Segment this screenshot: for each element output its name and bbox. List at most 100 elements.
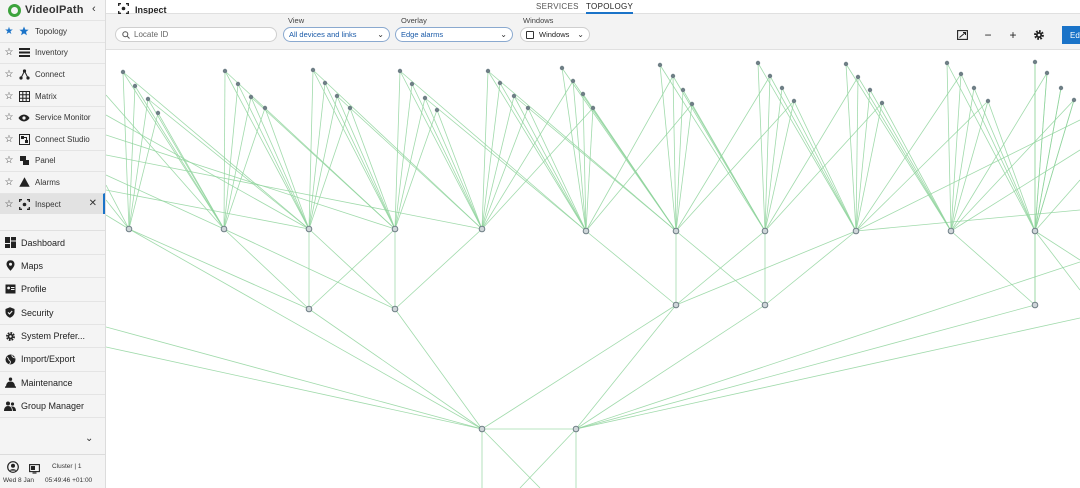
topology-leaf-node[interactable] [262,105,268,111]
topology-link[interactable] [128,228,310,310]
topology-link[interactable] [793,100,857,232]
topology-aggregation-node[interactable] [125,225,133,233]
topology-link[interactable] [106,134,396,230]
topology-leaf-node[interactable] [791,98,797,104]
topology-aggregation-node[interactable] [1031,227,1039,235]
topology-link[interactable] [764,230,857,306]
topology-leaf-node[interactable] [670,73,676,79]
topology-link[interactable] [769,75,857,232]
topology-link[interactable] [1034,179,1080,232]
topology-link[interactable] [336,95,396,230]
topology-link[interactable] [764,102,883,232]
topology-link[interactable] [394,308,483,430]
topology-link[interactable] [519,428,577,488]
topology-link[interactable] [575,304,1036,430]
topology-link[interactable] [481,428,541,488]
topology-link[interactable] [481,80,574,230]
sidebar-item-import-export[interactable]: Import/Export [0,348,105,372]
sidebar-item-dashboard[interactable]: Dashboard [0,231,105,255]
star-outline-icon[interactable]: ☆ [1,177,17,188]
topology-aggregation-node[interactable] [582,227,590,235]
topology-link[interactable] [134,85,225,230]
topology-link[interactable] [399,70,587,232]
topology-aggregation-node[interactable] [391,225,399,233]
topology-leaf-node[interactable] [155,110,161,116]
topology-link[interactable] [675,230,857,306]
topology-aggregation-node[interactable] [220,225,228,233]
topology-link[interactable] [881,102,952,232]
topology-link[interactable] [855,76,859,232]
topology-link[interactable] [855,89,871,232]
favorite-item-matrix[interactable]: ☆ Matrix [0,84,105,107]
topology-link[interactable] [675,100,795,232]
windows-select[interactable]: Windows ⌄ [520,27,590,42]
topology-leaf-node[interactable] [310,67,316,73]
topology-leaf-node[interactable] [1044,70,1050,76]
windows-checkbox[interactable] [526,30,534,39]
topology-link[interactable] [223,228,310,310]
topology-aggregation-node[interactable] [852,227,860,235]
topology-leaf-node[interactable] [958,71,964,77]
topology-link[interactable] [147,98,310,230]
chevron-down-icon[interactable]: ⌄ [85,433,93,444]
topology-link[interactable] [764,100,795,232]
star-outline-icon[interactable]: ☆ [1,199,17,210]
topology-link[interactable] [128,228,483,430]
topology-link[interactable] [250,96,310,230]
star-outline-icon[interactable]: ☆ [1,112,17,123]
topology-link[interactable] [855,119,1080,232]
topology-leaf-node[interactable] [409,81,415,87]
favorite-item-alarms[interactable]: ☆ Alarms [0,171,105,193]
topology-link[interactable] [122,71,310,230]
topology-leaf-node[interactable] [843,61,849,67]
topology-leaf-node[interactable] [497,80,503,86]
favorite-item-inspect[interactable]: ☆ Inspect ✕ [0,192,105,215]
topology-graph[interactable] [106,50,1080,488]
sidebar-item-security[interactable]: Security [0,302,105,325]
sidebar-item-profile[interactable]: Profile [0,278,105,302]
topology-link[interactable] [394,109,438,230]
collapse-sidebar-button[interactable]: ‹ [92,3,96,15]
topology-leaf-node[interactable] [867,87,873,93]
topology-leaf-node[interactable] [580,91,586,97]
topology-link[interactable] [122,71,130,230]
topology-link[interactable] [481,107,529,230]
topology-leaf-node[interactable] [689,101,695,107]
star-outline-icon[interactable]: ☆ [1,47,17,58]
topology-leaf-node[interactable] [120,69,126,75]
topology-link[interactable] [223,96,252,230]
topology-link[interactable] [973,87,1036,232]
topology-leaf-node[interactable] [347,105,353,111]
topology-distribution-node[interactable] [761,301,769,309]
topology-link[interactable] [845,63,952,232]
topology-link[interactable] [869,89,952,232]
topology-leaf-node[interactable] [985,98,991,104]
favorite-item-inventory[interactable]: ☆ Inventory [0,41,105,64]
topology-link[interactable] [675,75,771,232]
topology-leaf-node[interactable] [855,74,861,80]
topology-leaf-node[interactable] [944,60,950,66]
topology-link[interactable] [1034,230,1080,291]
topology-link[interactable] [411,83,483,230]
topology-aggregation-node[interactable] [947,227,955,235]
favorite-item-connect-studio[interactable]: ☆ Connect Studio [0,127,105,150]
star-outline-icon[interactable]: ☆ [1,69,17,80]
topology-aggregation-node[interactable] [478,225,486,233]
topology-leaf-node[interactable] [525,105,531,111]
topology-link[interactable] [585,230,677,306]
topology-link[interactable] [424,97,483,230]
topology-link[interactable] [1034,87,1062,232]
topology-leaf-node[interactable] [334,93,340,99]
topology-leaf-node[interactable] [397,68,403,74]
topology-link[interactable] [312,69,396,230]
topology-leaf-node[interactable] [322,80,328,86]
topology-distribution-node[interactable] [1031,301,1039,309]
topology-link[interactable] [499,82,587,232]
topology-link[interactable] [575,304,766,430]
topology-leaf-node[interactable] [657,62,663,68]
search-input[interactable] [134,30,264,39]
topology-link[interactable] [481,304,677,430]
topology-link[interactable] [106,346,483,430]
edit-button[interactable]: Ed [1062,26,1080,44]
topology-link[interactable] [950,73,962,232]
